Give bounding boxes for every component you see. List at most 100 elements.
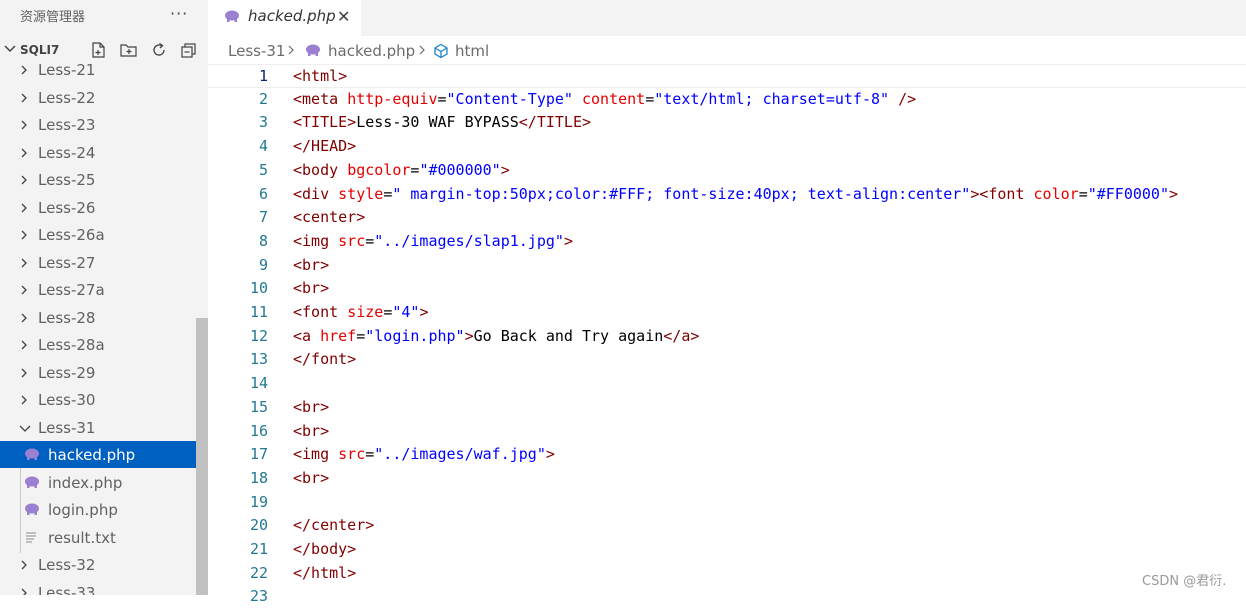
code-line[interactable]: 6 <div style=" margin-top:50px;color:#FFF…	[208, 183, 1246, 207]
sidebar-scrollbar-thumb[interactable]	[196, 318, 208, 595]
code-line[interactable]: 17 <img src="../images/waf.jpg">	[208, 443, 1246, 467]
tree-item-label: Less-28	[38, 308, 96, 327]
code-line[interactable]: 14	[208, 372, 1246, 396]
code-content: </HEAD>	[293, 137, 356, 155]
code-content: <meta http-equiv="Content-Type" content=…	[293, 90, 916, 108]
code-token: href	[320, 326, 357, 345]
editor-tab-bar: hacked.php ✕	[208, 0, 1246, 36]
code-line[interactable]: 22 </html>	[208, 562, 1246, 586]
code-editor[interactable]: 1 <html> 2 <meta http-equiv="Content-Type" …	[208, 64, 1246, 605]
tree-folder-less-30[interactable]: Less-30	[0, 386, 208, 413]
code-token: </body>	[293, 540, 357, 558]
text-file-icon	[26, 531, 36, 543]
tree-folder-less-28[interactable]: Less-28	[0, 304, 208, 331]
chevron-right-icon	[21, 313, 27, 322]
tree-file-result-txt[interactable]: result.txt	[0, 524, 208, 551]
code-line[interactable]: 11 <font size="4">	[208, 301, 1246, 325]
code-content: </center>	[293, 516, 374, 534]
tree-folder-less-28a[interactable]: Less-28a	[0, 331, 208, 358]
code-token: =	[1078, 184, 1088, 203]
code-line[interactable]: 3 <TITLE>Less-30 WAF BYPASS</TITLE>	[208, 111, 1246, 135]
code-line[interactable]: 8 <img src="../images/slap1.jpg">	[208, 230, 1246, 254]
code-line[interactable]: 20 </center>	[208, 514, 1246, 538]
chevron-right-icon	[21, 120, 27, 130]
code-line[interactable]: 16 <br>	[208, 420, 1246, 444]
code-line[interactable]: 1 <html>	[208, 64, 1246, 88]
chevron-right-icon	[21, 258, 27, 267]
php-elephant-icon	[225, 10, 239, 22]
code-token: </a>	[663, 326, 700, 345]
chevron-right-icon	[21, 368, 27, 377]
line-number: 15	[249, 397, 268, 416]
code-content: <br>	[293, 422, 329, 440]
tree-folder-less-27[interactable]: Less-27	[0, 249, 208, 276]
code-token: =	[383, 184, 393, 203]
line-number: 20	[249, 516, 268, 535]
code-token: "../images/waf.jpg"	[374, 445, 546, 464]
tree-file-login-php[interactable]: login.php	[0, 496, 208, 523]
code-line[interactable]: 21 </body>	[208, 538, 1246, 562]
code-line[interactable]: 18 <br>	[208, 467, 1246, 491]
tree-item-label: Less-31	[38, 418, 96, 437]
code-line[interactable]: 12 <a href="login.php">Go Back and Try ag…	[208, 325, 1246, 349]
tree-file-index-php[interactable]: index.php	[0, 469, 208, 496]
code-token: "#000000"	[419, 160, 501, 179]
tree-item-label: Less-22	[38, 88, 96, 107]
code-token: <img	[293, 445, 339, 464]
tree-folder-less-21[interactable]: Less-21	[0, 56, 208, 83]
code-line[interactable]: 23	[208, 585, 1246, 609]
tree-item-label: index.php	[48, 473, 123, 492]
tree-folder-less-33[interactable]: Less-33	[0, 579, 208, 595]
code-content: <a href="login.php">Go Back and Try agai…	[293, 327, 699, 345]
code-token: </HEAD>	[293, 137, 357, 156]
tree-folder-less-27a[interactable]: Less-27a	[0, 276, 208, 303]
breadcrumb: Less-31 hacked.php html	[208, 36, 1246, 64]
code-line[interactable]: 9 <br>	[208, 254, 1246, 278]
breadcrumb-symbol[interactable]: html	[455, 42, 489, 60]
code-line[interactable]: 5 <body bgcolor="#000000">	[208, 159, 1246, 183]
tree-folder-less-26[interactable]: Less-26	[0, 194, 208, 221]
code-token: <meta	[293, 89, 348, 108]
tree-item-label: Less-28a	[38, 336, 105, 354]
line-number: 18	[249, 468, 268, 487]
code-token: bgcolor	[347, 160, 411, 179]
tree-folder-less-25[interactable]: Less-25	[0, 166, 208, 193]
code-line[interactable]: 10 <br>	[208, 277, 1246, 301]
breadcrumb-folder[interactable]: Less-31	[228, 42, 285, 60]
line-number: 19	[249, 492, 268, 511]
close-icon[interactable]: ✕	[337, 7, 350, 26]
tree-file-hacked-php[interactable]: hacked.php	[0, 441, 208, 468]
tree-folder-less-22[interactable]: Less-22	[0, 84, 208, 111]
tree-folder-less-32[interactable]: Less-32	[0, 551, 208, 578]
code-token: http-equiv	[347, 89, 438, 108]
chevron-down-icon	[19, 425, 31, 432]
code-token: >	[1169, 184, 1179, 203]
php-elephant-icon	[306, 44, 320, 56]
code-line[interactable]: 13 </font>	[208, 348, 1246, 372]
more-actions-icon[interactable]: ···	[170, 4, 188, 23]
line-number: 16	[249, 421, 268, 440]
code-token: =	[365, 231, 375, 250]
code-token: size	[347, 303, 384, 321]
tree-folder-less-24[interactable]: Less-24	[0, 139, 208, 166]
tree-folder-less-29[interactable]: Less-29	[0, 359, 208, 386]
chevron-right-icon	[21, 340, 27, 350]
tree-folder-less-23[interactable]: Less-23	[0, 111, 208, 138]
breadcrumb-file[interactable]: hacked.php	[328, 42, 415, 60]
code-content: <html>	[293, 67, 347, 85]
tab-hacked-php[interactable]: hacked.php ✕	[208, 0, 361, 36]
tree-folder-less-26a[interactable]: Less-26a	[0, 221, 208, 248]
code-line[interactable]: 19	[208, 491, 1246, 515]
code-line[interactable]: 4 </HEAD>	[208, 135, 1246, 159]
code-content: <br>	[293, 256, 329, 274]
code-line[interactable]: 2 <meta http-equiv="Content-Type" content…	[208, 88, 1246, 112]
tree-folder-less-31[interactable]: Less-31	[0, 414, 208, 441]
code-content: <div style=" margin-top:50px;color:#FFF;…	[293, 185, 1178, 203]
tree-item-label: Less-25	[38, 171, 96, 189]
code-token: Go Back and Try again	[473, 326, 664, 345]
php-elephant-icon	[25, 476, 39, 488]
code-content: <br>	[293, 279, 329, 297]
code-line[interactable]: 7 <center>	[208, 206, 1246, 230]
code-token: "../images/slap1.jpg"	[374, 231, 564, 250]
code-line[interactable]: 15 <br>	[208, 396, 1246, 420]
